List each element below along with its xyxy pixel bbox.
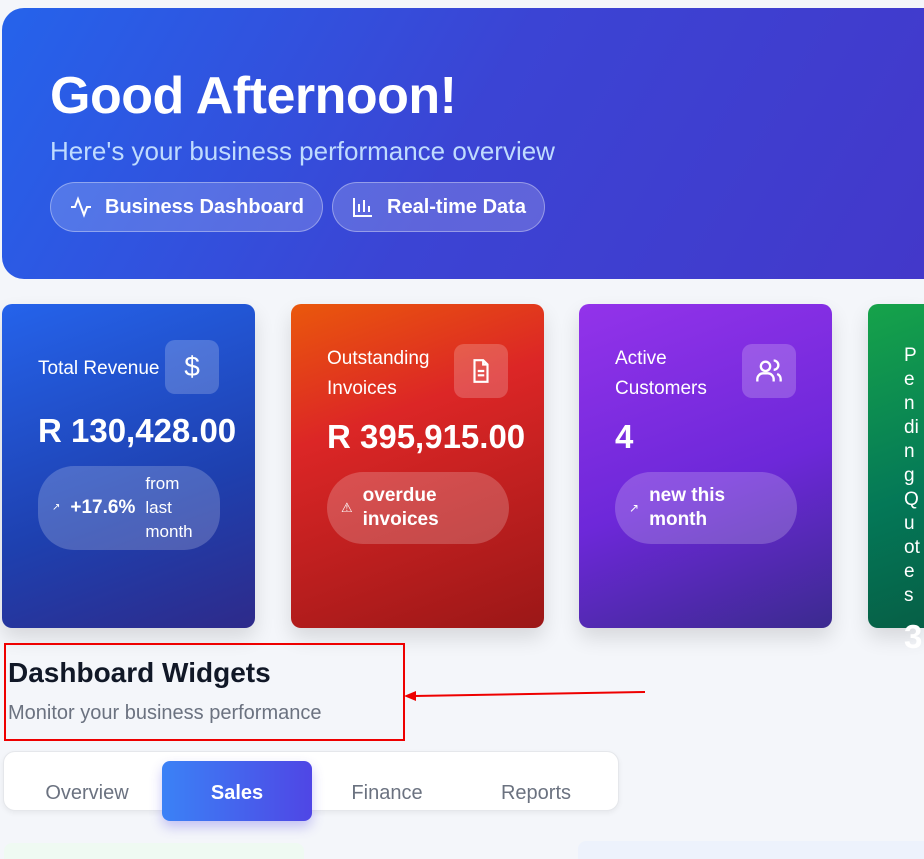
pending-quotes-card[interactable]: Pending Quotes 3 (868, 304, 924, 655)
active-customers-card[interactable]: Active Customers 4 ↗ new this month (579, 304, 832, 628)
card-value: 4 (615, 418, 634, 455)
tab-overview[interactable]: Overview (12, 752, 162, 812)
widgets-subtitle: Monitor your business performance (8, 702, 322, 724)
realtime-data-pill: Real-time Data (332, 182, 545, 232)
warning-icon: ⚠ (341, 500, 353, 515)
total-revenue-card[interactable]: Total Revenue $ R 130,428.00 ↗ +17.6% fr… (2, 304, 255, 628)
card-label: Total Revenue (38, 358, 160, 379)
activity-icon (71, 196, 91, 218)
dollar-icon: $ (165, 340, 219, 394)
tab-finance[interactable]: Finance (312, 752, 462, 812)
change-text: from last month (145, 474, 193, 541)
pill-label: Real-time Data (387, 195, 526, 218)
card-label: Pending Quotes (904, 345, 920, 606)
badge-text: new this month (649, 485, 726, 530)
tab-reports[interactable]: Reports (461, 752, 611, 812)
annotation-arrow (404, 691, 646, 701)
trending-up-icon: ↗ (629, 501, 640, 515)
badge-text: overdue invoices (362, 485, 439, 530)
welcome-banner: Good Afternoon! Here's your business per… (2, 8, 924, 279)
users-icon (742, 344, 796, 398)
tab-sales[interactable]: Sales (162, 761, 312, 821)
card-value: R 395,915.00 (327, 418, 526, 455)
document-icon (454, 344, 508, 398)
widget-tabs: Overview Finance Reports Sales (3, 751, 619, 821)
outstanding-invoices-card[interactable]: Outstanding Invoices R 395,915.00 ⚠ over… (291, 304, 544, 628)
widget-card-green (4, 843, 304, 859)
widget-card-blue (578, 841, 924, 859)
greeting-subtitle: Here's your business performance overvie… (50, 136, 555, 166)
card-value: R 130,428.00 (38, 412, 237, 449)
revenue-change-badge: ↗ +17.6% from last month (38, 466, 220, 550)
bar-chart-icon (353, 198, 372, 217)
card-label: Outstanding Invoices (327, 348, 430, 399)
greeting-title: Good Afternoon! (50, 67, 457, 125)
overdue-badge: ⚠ overdue invoices (327, 472, 509, 544)
business-dashboard-pill: Business Dashboard (50, 182, 323, 232)
arrow-up-right-icon: ↗ (52, 502, 61, 513)
pill-label: Business Dashboard (105, 195, 304, 218)
card-value: 3 (904, 618, 923, 655)
new-customers-badge: ↗ new this month (615, 472, 797, 544)
widgets-title: Dashboard Widgets (8, 657, 271, 688)
change-value: +17.6% (70, 497, 136, 518)
card-label: Active Customers (615, 348, 707, 399)
